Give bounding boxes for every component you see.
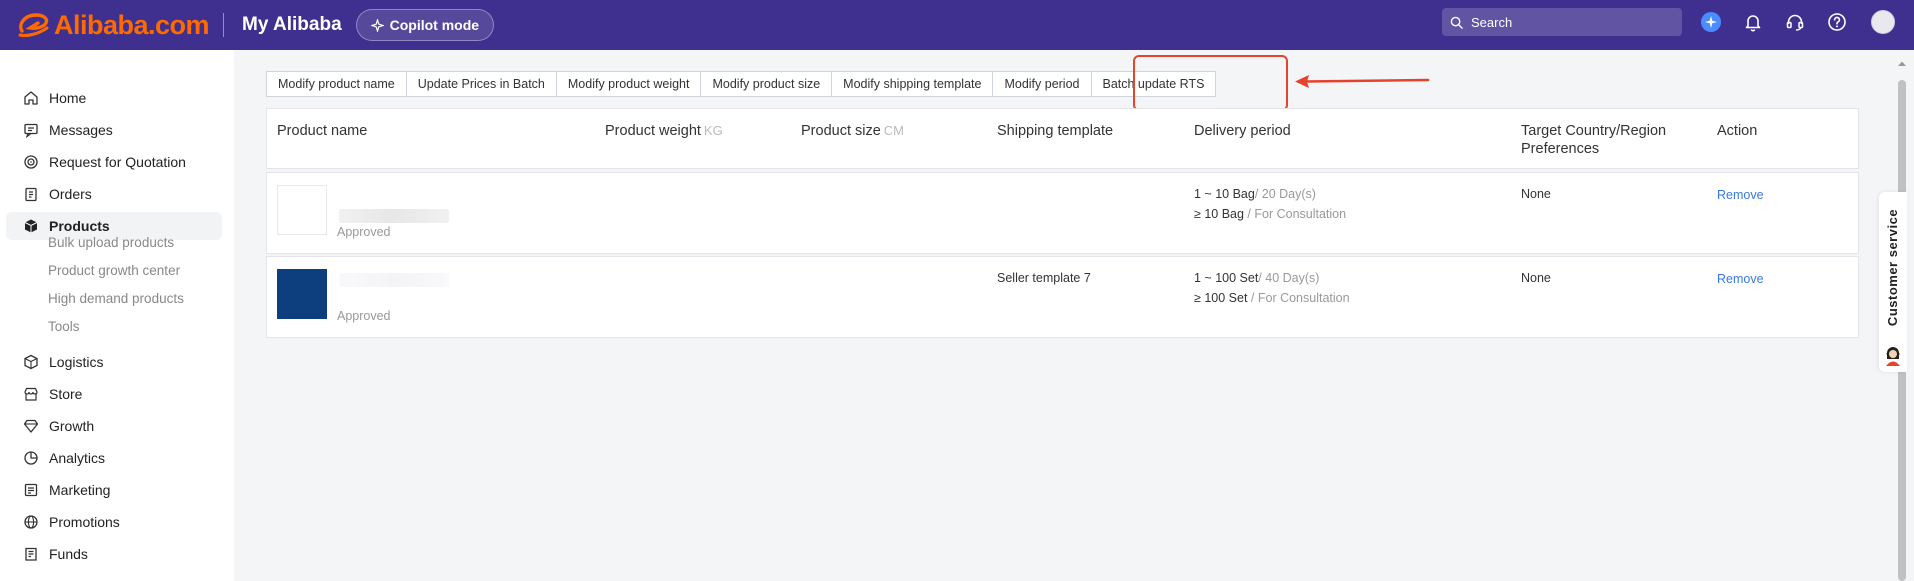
table-row: Approved 1 ~ 10 Bag/ 20 Day(s) ≥ 10 Bag … (266, 172, 1859, 254)
delivery-period-tier-1: 1 ~ 100 Set/ 40 Day(s) (1194, 271, 1320, 285)
sidebar-item-label: Growth (49, 418, 95, 434)
sidebar-item-label: Funds (49, 546, 88, 562)
search-input[interactable] (1471, 14, 1671, 30)
customer-service-avatar-icon (1886, 347, 1900, 366)
scroll-up-arrow-icon[interactable] (1896, 59, 1908, 69)
alibaba-logo-icon (16, 11, 50, 39)
sidebar-subitem-high-demand[interactable]: High demand products (48, 291, 184, 306)
tab-modify-product-size[interactable]: Modify product size (701, 72, 833, 96)
clipboard-icon (23, 186, 39, 202)
product-thumbnail[interactable] (277, 185, 327, 235)
sidebar-item-label: Request for Quotation (49, 154, 186, 170)
shipping-template-cell: Seller template 7 (997, 271, 1091, 285)
column-header-product-weight: Product weight KG (605, 123, 723, 139)
product-name-redacted (339, 209, 449, 223)
top-bar: Alibaba.com My Alibaba Copilot mode (0, 0, 1914, 50)
customer-service-label-wrap: Customer service (1879, 192, 1907, 342)
sidebar-subitem-growth-center[interactable]: Product growth center (48, 263, 180, 278)
truck-icon (23, 354, 39, 370)
sidebar-item-funds[interactable]: Funds (6, 540, 222, 568)
column-header-shipping-template: Shipping template (997, 123, 1114, 139)
globe-icon (23, 514, 39, 530)
target-country-cell: None (1521, 271, 1551, 285)
sidebar-item-analytics[interactable]: Analytics (6, 444, 222, 472)
sidebar-item-store[interactable]: Store (6, 380, 222, 408)
copilot-mode-button[interactable]: Copilot mode (355, 9, 495, 41)
diamond-icon (23, 418, 39, 434)
pie-chart-icon (23, 450, 39, 466)
annotation-arrow (1295, 75, 1430, 88)
sidebar-item-label: Home (49, 90, 87, 106)
product-thumbnail[interactable] (277, 269, 327, 319)
sidebar-item-orders[interactable]: Orders (6, 180, 222, 208)
delivery-period-tier-1: 1 ~ 10 Bag/ 20 Day(s) (1194, 187, 1316, 201)
sidebar-item-label: Analytics (49, 450, 106, 466)
customer-service-label: Customer service (1885, 208, 1901, 326)
delivery-period-tier-2: ≥ 10 Bag / For Consultation (1194, 207, 1347, 221)
batch-action-tabs: Modify product name Update Prices in Bat… (266, 71, 1217, 97)
weight-unit: KG (703, 123, 723, 138)
headset-icon[interactable] (1784, 11, 1806, 33)
sidebar-item-label: Products (49, 218, 110, 234)
ledger-icon (23, 546, 39, 562)
delivery-period-tier-2: ≥ 100 Set / For Consultation (1194, 291, 1350, 305)
table-row: Approved Seller template 7 1 ~ 100 Set/ … (266, 256, 1859, 338)
sidebar-item-label: Marketing (49, 482, 111, 498)
search-icon (1450, 16, 1463, 29)
sidebar-subitem-tools[interactable]: Tools (48, 319, 80, 334)
column-header-target-country: Target Country/Region Preferences (1521, 123, 1667, 157)
avatar[interactable] (1871, 10, 1895, 34)
sidebar-item-marketing[interactable]: Marketing (6, 476, 222, 504)
tab-modify-product-name[interactable]: Modify product name (267, 72, 407, 96)
tab-modify-period[interactable]: Modify period (993, 72, 1092, 96)
sidebar-item-label: Logistics (49, 354, 104, 370)
sidebar-item-label: Store (49, 386, 83, 402)
sidebar-item-messages[interactable]: Messages (6, 116, 222, 144)
table-header: Product name Product weight KG Product si… (266, 108, 1859, 169)
target-country-cell: None (1521, 187, 1551, 201)
sidebar-item-growth[interactable]: Growth (6, 412, 222, 440)
sparkle-icon (370, 18, 384, 32)
tab-modify-shipping-template[interactable]: Modify shipping template (832, 72, 994, 96)
tab-modify-product-weight[interactable]: Modify product weight (557, 72, 702, 96)
column-header-action: Action (1717, 123, 1758, 139)
sidebar-item-logistics[interactable]: Logistics (6, 348, 222, 376)
message-icon (23, 122, 39, 138)
product-status: Approved (337, 309, 391, 323)
copilot-mode-label: Copilot mode (389, 17, 480, 33)
copilot-spark-icon[interactable] (1700, 11, 1722, 33)
sidebar-item-home[interactable]: Home (6, 84, 222, 112)
sidebar: Home Messages Request for Quotation Orde… (0, 50, 234, 581)
document-icon (23, 482, 39, 498)
home-icon (23, 90, 39, 106)
sidebar-subitem-bulk-upload[interactable]: Bulk upload products (48, 235, 174, 250)
bell-icon[interactable] (1742, 11, 1764, 33)
highlight-box (1133, 55, 1288, 111)
column-header-product-name: Product name (277, 123, 368, 139)
sidebar-item-label: Orders (49, 186, 92, 202)
remove-button[interactable]: Remove (1717, 188, 1764, 202)
column-header-delivery-period: Delivery period (1194, 123, 1291, 139)
store-icon (23, 386, 39, 402)
help-icon[interactable] (1826, 11, 1848, 33)
search-box[interactable] (1442, 8, 1682, 36)
box-icon (23, 218, 39, 234)
sidebar-item-rfq[interactable]: Request for Quotation (6, 148, 222, 176)
target-icon (23, 154, 39, 170)
size-unit: CM (883, 123, 905, 138)
product-name-redacted (339, 273, 449, 287)
tab-update-prices[interactable]: Update Prices in Batch (407, 72, 557, 96)
column-header-product-size: Product size CM (801, 123, 905, 139)
app-title[interactable]: My Alibaba (242, 14, 342, 36)
customer-service-tab[interactable]: Customer service (1879, 192, 1907, 372)
remove-button[interactable]: Remove (1717, 272, 1764, 286)
logo-text: Alibaba.com (54, 9, 210, 40)
sidebar-item-promotions[interactable]: Promotions (6, 508, 222, 536)
alibaba-logo[interactable]: Alibaba.com (16, 0, 210, 50)
sidebar-item-label: Promotions (49, 514, 120, 530)
sidebar-item-label: Messages (49, 122, 113, 138)
product-status: Approved (337, 225, 391, 239)
header-divider (223, 13, 225, 37)
